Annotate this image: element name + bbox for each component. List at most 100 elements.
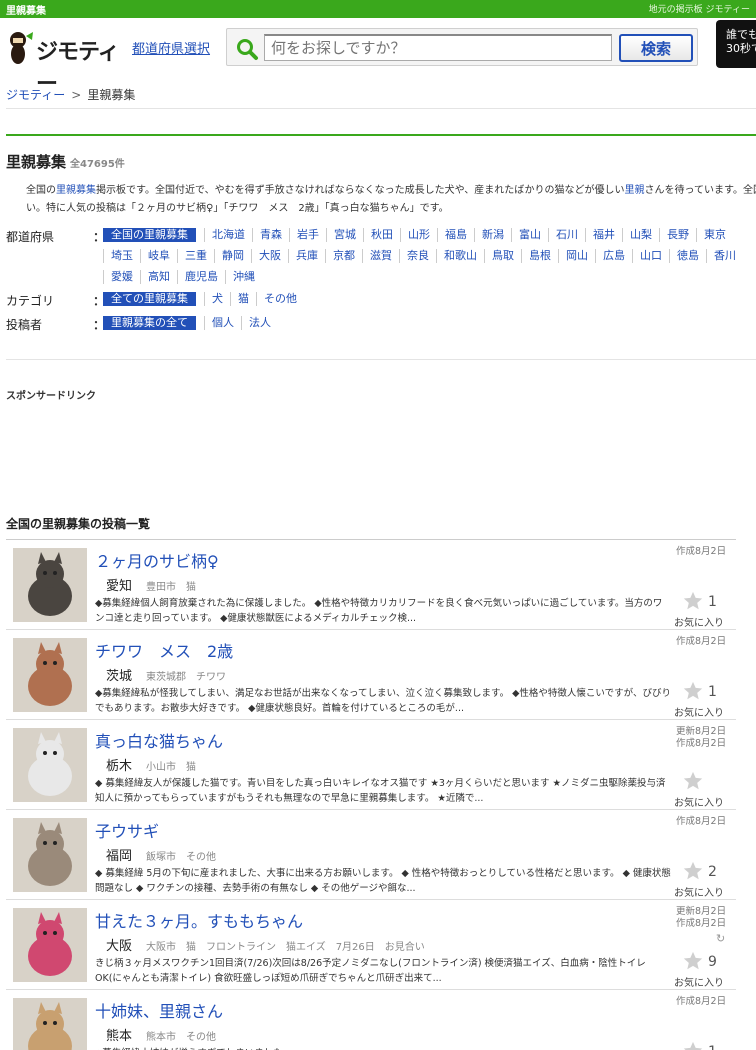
filter-prefecture-option[interactable]: 奈良 [399,249,436,263]
filter-category-all[interactable]: 全ての里親募集 [103,292,196,306]
listing-item[interactable]: 真っ白な猫ちゃん 栃木 小山市 猫 ◆ 募集経緯友人が保護した猫です。青い目をした真っ… [6,720,736,810]
top-bar-title: 里親募集 [6,6,46,17]
listing-title[interactable]: 甘えた３ヶ月。すももちゃん [95,908,303,932]
filter-poster-option[interactable]: 法人 [241,316,278,330]
prefecture-select-link[interactable]: 都道府県選択 [132,38,210,57]
listing-item[interactable]: ２ヶ月のサビ柄♀ 愛知 豊田市 猫 ◆募集経緯個人飼育放棄された為に保護しました。 ◆… [6,540,736,630]
listing-title[interactable]: チワワ メス 2歳 [95,638,233,662]
filter-category-option[interactable]: 犬 [204,292,230,306]
listing-date-primary: 作成8月2日 [676,996,727,1007]
listing-item[interactable]: チワワ メス 2歳 茨城 東茨城郡 チワワ ◆募集経緯私が怪我してしまい、満足なお世話… [6,630,736,720]
favorite-button[interactable] [682,590,704,615]
filter-prefecture-option[interactable]: 富山 [511,228,548,242]
filter-prefecture-option[interactable]: 広島 [595,249,632,263]
listing-item[interactable]: 子ウサギ 福岡 飯塚市 その他 ◆ 募集経緯 5月の下旬に産まれました、大事に出来る方… [6,810,736,900]
filter-prefecture-option[interactable]: 埼玉 [103,249,140,263]
filter-prefecture-option[interactable]: 山口 [632,249,669,263]
filter-poster-all[interactable]: 里親募集の全て [103,316,196,330]
filter-prefecture-option[interactable]: 三重 [177,249,214,263]
listing-item[interactable]: 甘えた３ヶ月。すももちゃん 大阪 大阪市 猫 フロントライン 猫エイズ 7月26日 … [6,900,736,990]
favorite-button[interactable] [682,950,704,975]
favorite-button[interactable] [682,1040,704,1050]
favorite-button[interactable] [682,860,704,885]
filter-category-option[interactable]: 猫 [230,292,256,306]
pet-photo-icon [13,818,87,892]
filter-prefecture-all[interactable]: 全国の里親募集 [103,228,196,242]
listing-thumbnail[interactable] [13,998,87,1050]
search-button[interactable]: 検索 [619,34,693,62]
filter-prefecture-option[interactable]: 島根 [521,249,558,263]
filter-prefecture-option[interactable]: 青森 [252,228,289,242]
favorite-button[interactable] [682,770,704,795]
filter-prefecture-option[interactable]: 徳島 [669,249,706,263]
listing-description: ◆募集経緯私が怪我してしまい、満足なお世話が出来なくなってしまい、泣く泣く募集致… [95,688,671,714]
listing-city-tags: 飯塚市 その他 [146,852,216,863]
filter-prefecture-option[interactable]: 岡山 [558,249,595,263]
filter-label-prefecture: 都道府県 [6,230,55,244]
listing-item[interactable]: 十姉妹、里親さん熊本 熊本市 その他 ◆募集経緯十姉妹が増えすぎてしまいました。 作成… [6,990,736,1050]
listing-thumbnail[interactable] [13,728,87,802]
favorite-star-icon [683,591,703,610]
filter-prefecture-option[interactable]: 宮城 [326,228,363,242]
filter-prefecture-option[interactable]: 香川 [706,249,743,263]
top-bar-tagline: 地元の掲示板 ジモティー [648,5,750,15]
filter-prefecture-option[interactable]: 大阪 [251,249,288,263]
listing-title[interactable]: ２ヶ月のサビ柄♀ [95,548,219,572]
favorite-star-icon [683,1041,703,1050]
filter-prefecture-option[interactable]: 岐阜 [140,249,177,263]
filter-category-option[interactable]: その他 [256,292,304,306]
intro-line-2: い。特に人気の投稿は「２ヶ月のサビ柄♀」「チワワ メス 2歳」「真っ白な猫ちゃん… [26,203,449,214]
intro-part-c: さんを待っています。全国 [644,185,756,196]
filter-prefecture-option[interactable]: 福島 [437,228,474,242]
listing-title[interactable]: 真っ白な猫ちゃん [95,728,223,752]
filter-prefecture-option[interactable]: 鳥取 [484,249,521,263]
filter-prefecture-option[interactable]: 高知 [140,270,177,284]
filter-prefecture-option[interactable]: 石川 [548,228,585,242]
page-title: 里親募集 全47695件 [6,151,125,172]
filter-prefecture-option[interactable]: 鹿児島 [177,270,225,284]
filter-prefecture-option[interactable]: 東京 [696,228,733,242]
filter-prefecture-option[interactable]: 山形 [400,228,437,242]
favorite-count: 9 [708,954,717,970]
filter-prefecture-option[interactable]: 新潟 [474,228,511,242]
filter-prefecture-option[interactable]: 京都 [325,249,362,263]
listing-thumbnail[interactable] [13,818,87,892]
listing-prefecture: 栃木 [106,759,133,774]
post-promo-badge[interactable]: 誰でも 30秒で [716,20,756,68]
filter-prefecture-option[interactable]: 和歌山 [436,249,484,263]
breadcrumb-separator: > [71,88,82,102]
intro-link-satooya-boshu[interactable]: 里親募集 [56,185,96,196]
filter-prefecture-option[interactable]: 長野 [659,228,696,242]
filter-label-poster: 投稿者 [6,318,43,332]
breadcrumb-home[interactable]: ジモティー [6,88,65,102]
filter-prefecture-option[interactable]: 静岡 [214,249,251,263]
filter-prefecture-option[interactable]: 福井 [585,228,622,242]
result-count: 全47695件 [70,159,125,170]
listing-thumbnail[interactable] [13,908,87,982]
pet-photo-icon [13,998,87,1050]
intro-part-b: 掲示板です。全国付近で、やむを得ず手放さなければならなくなった成長した犬や、産ま… [96,185,625,196]
site-logo[interactable]: ジモティー [6,28,130,97]
mascot-icon [10,32,33,64]
filter-prefecture-option[interactable]: 山梨 [622,228,659,242]
filter-prefecture-option[interactable]: 愛媛 [103,270,140,284]
filter-prefecture-option[interactable]: 滋賀 [362,249,399,263]
listing-thumbnail[interactable] [13,548,87,622]
filter-prefecture-option[interactable]: 北海道 [204,228,252,242]
favorite-button[interactable] [682,680,704,705]
poster-list: 里親募集の全て 個人 法人 [103,316,756,337]
listing-thumbnail[interactable] [13,638,87,712]
listing-title[interactable]: 子ウサギ [95,818,159,842]
favorite-star-icon [683,771,703,790]
intro-link-satooya[interactable]: 里親 [625,185,645,196]
filter-prefecture-option[interactable]: 岩手 [289,228,326,242]
listing-section-title: 全国の里親募集の投稿一覧 [6,517,151,531]
filter-prefecture-option[interactable]: 沖縄 [225,270,262,284]
filter-prefecture-option[interactable]: 秋田 [363,228,400,242]
filter-prefecture-option[interactable]: 兵庫 [288,249,325,263]
listing-title[interactable]: 十姉妹、里親さん [95,998,223,1022]
filter-poster-option[interactable]: 個人 [204,316,241,330]
sponsored-links-label: スポンサードリンク [6,391,96,402]
search-input[interactable] [264,34,612,61]
listing-description: ◆ 募集経緯友人が保護した猫です。青い目をした真っ白いキレイなオス猫です ★3ヶ… [95,778,666,804]
